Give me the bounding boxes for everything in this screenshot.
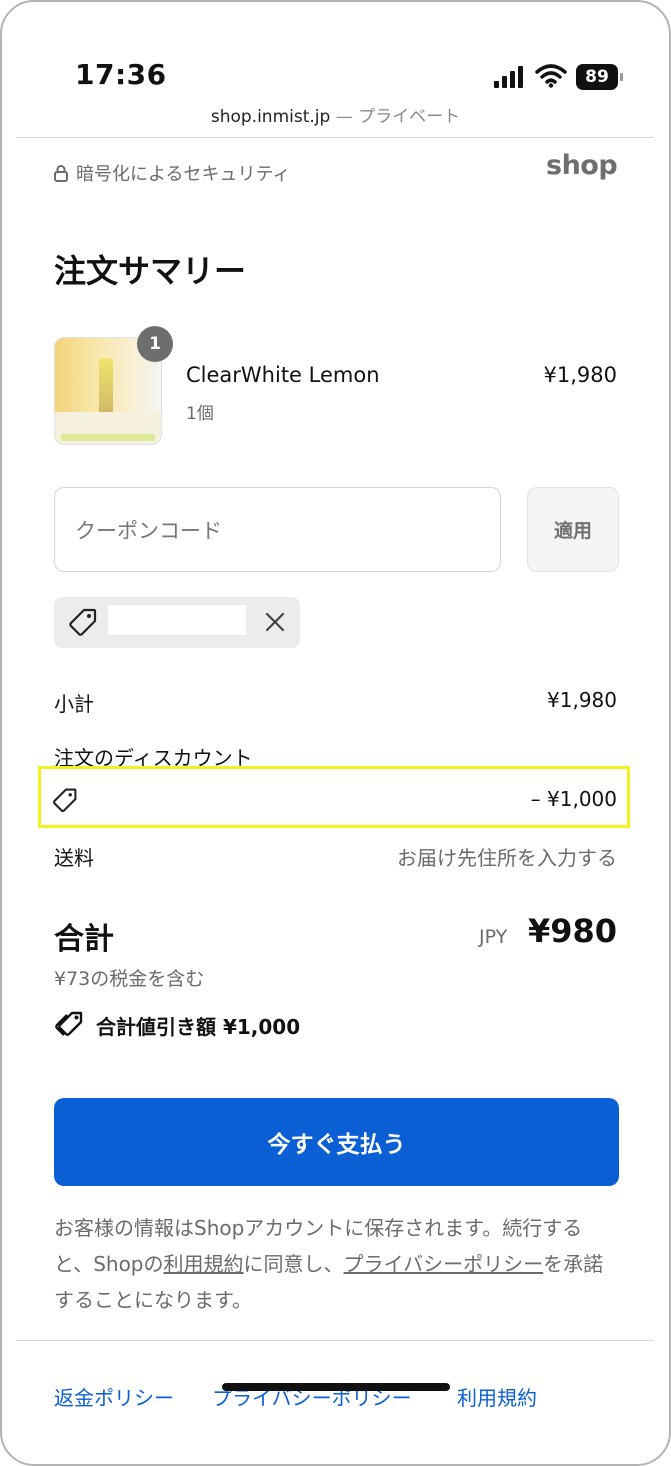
home-indicator[interactable] (222, 1383, 450, 1391)
status-time: 17:36 (75, 58, 167, 91)
header-divider (16, 137, 654, 138)
quantity-badge: 1 (137, 326, 173, 362)
total-currency: JPY (479, 926, 508, 948)
battery-level: 89 (576, 64, 618, 90)
wifi-icon (535, 64, 567, 88)
tag-icon (69, 608, 97, 636)
legal-notice: お客様の情報はShopアカウントに保存されます。続行すると、Shopの利用規約に… (54, 1216, 604, 1312)
secure-text: 暗号化によるセキュリティ (76, 164, 291, 185)
pay-now-button[interactable]: 今すぐ支払う (54, 1098, 619, 1186)
shop-logo: shop (546, 150, 618, 181)
apply-coupon-button[interactable]: 適用 (527, 487, 619, 572)
product-name: ClearWhite Lemon (186, 363, 380, 387)
url-text: shop.inmist.jp (210, 107, 331, 127)
battery-icon: 89 (576, 64, 624, 90)
shipping-value: お届け先住所を入力する (397, 846, 617, 870)
footer-divider (16, 1340, 654, 1341)
lock-icon (54, 165, 68, 182)
coupon-code-redacted (108, 605, 246, 635)
total-value: ¥980 (527, 912, 617, 950)
terms-link[interactable]: 利用規約 (164, 1252, 244, 1276)
page-title: 注文サマリー (54, 252, 247, 290)
applied-coupon-chip (54, 597, 300, 648)
privacy-policy-link[interactable]: プライバシーポリシー (344, 1252, 544, 1276)
remove-coupon-icon[interactable] (260, 607, 290, 637)
cellular-signal-icon (494, 66, 523, 88)
subtotal-value: ¥1,980 (547, 688, 617, 712)
footer-terms-link[interactable]: 利用規約 (457, 1382, 537, 1411)
discount-tag-icon (52, 788, 77, 813)
tax-note: ¥73の税金を含む (54, 968, 205, 990)
product-price: ¥1,980 (543, 363, 617, 387)
address-bar[interactable]: shop.inmist.jp — プライベート (2, 102, 669, 127)
private-label: — プライベート (330, 107, 461, 127)
phone-frame: 17:36 89 shop.inmist.jp — プライベート 暗号化によるセ… (0, 0, 671, 1466)
savings-text: 合計値引き額 ¥1,000 (96, 1014, 301, 1039)
coupon-code-input[interactable]: クーポンコード (54, 487, 501, 572)
discount-value: – ¥1,000 (530, 787, 617, 811)
secure-checkout-label: 暗号化によるセキュリティ (54, 160, 290, 186)
product-quantity: 1個 (186, 404, 214, 424)
total-label: 合計 (54, 922, 114, 957)
savings-tag-icon (55, 1011, 83, 1036)
footer-refund-policy-link[interactable]: 返金ポリシー (54, 1382, 174, 1411)
total-savings: 合計値引き額 ¥1,000 (54, 1010, 300, 1040)
subtotal-label: 小計 (54, 692, 94, 716)
shipping-label: 送料 (54, 846, 94, 870)
